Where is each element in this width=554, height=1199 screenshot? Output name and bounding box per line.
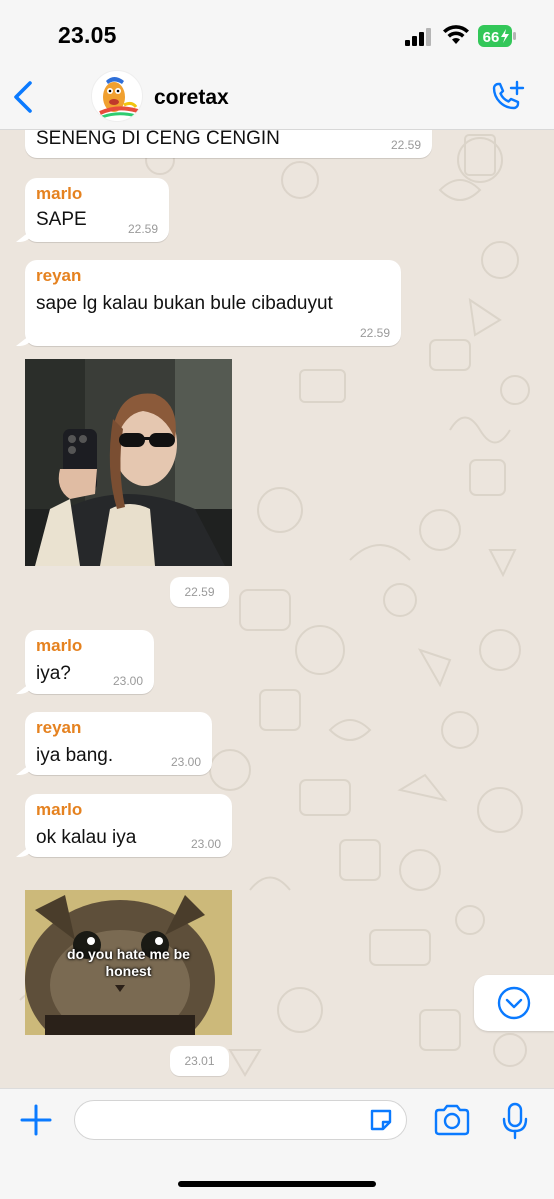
sender-name: marlo: [36, 800, 83, 819]
message-text: SAPE: [36, 209, 87, 230]
photo-message[interactable]: do you hate me be honest: [25, 890, 232, 1035]
sender-name: marlo: [36, 184, 83, 203]
message-text: sape lg kalau bukan bule cibaduyut: [36, 293, 333, 314]
sender-name: reyan: [36, 266, 82, 285]
camera-icon[interactable]: [433, 1103, 471, 1137]
battery-level: 66: [483, 29, 500, 46]
message-time: 22.59: [390, 138, 421, 152]
message-bubble[interactable]: SENENG DI CENG CENGIN 22.59: [25, 130, 432, 158]
magic-jar-logo-icon: [99, 77, 139, 119]
message-text: SENENG DI CENG CENGIN: [36, 130, 280, 149]
message-bubble[interactable]: reyan iya bang. 23.00: [25, 712, 212, 775]
message-bubble[interactable]: marlo iya? 23.00: [25, 630, 154, 694]
scroll-to-bottom-button[interactable]: [474, 975, 554, 1031]
photo-message[interactable]: [25, 359, 232, 566]
message-time: 23.00: [112, 674, 143, 688]
avatar[interactable]: [91, 70, 143, 122]
cellular-signal-icon: [405, 28, 431, 46]
message-bubble[interactable]: marlo ok kalau iya 23.00: [25, 794, 232, 857]
message-time: 22.59: [170, 577, 229, 607]
add-call-icon[interactable]: [488, 79, 526, 115]
plus-icon[interactable]: [18, 1102, 54, 1138]
message-text: ok kalau iya: [36, 827, 137, 848]
message-bubble[interactable]: reyan sape lg kalau bukan bule cibaduyut…: [25, 260, 401, 346]
chat-name[interactable]: coretax: [154, 86, 229, 110]
message-time: 22.59: [359, 326, 390, 340]
sender-name: reyan: [36, 718, 82, 737]
status-time: 23.05: [58, 22, 117, 48]
chat-area[interactable]: SENENG DI CENG CENGIN 22.59 marlo SAPE 2…: [0, 130, 554, 1088]
message-text: iya?: [36, 663, 71, 684]
woman-selfie-photo: [25, 359, 232, 566]
mic-icon[interactable]: [500, 1101, 530, 1141]
sticker-icon[interactable]: [368, 1107, 394, 1133]
message-text: iya bang.: [36, 745, 114, 766]
message-input-bar: [0, 1088, 554, 1199]
message-time: 23.01: [170, 1046, 229, 1076]
chevron-down-icon: [497, 986, 531, 1020]
message-input[interactable]: [89, 1101, 359, 1139]
back-chevron-icon[interactable]: [8, 78, 38, 116]
battery-icon: 66: [478, 25, 516, 47]
chat-header: coretax: [0, 64, 554, 130]
message-time: 23.00: [190, 837, 221, 851]
home-indicator[interactable]: [178, 1181, 376, 1187]
image-caption: do you hate me be honest: [67, 946, 190, 979]
sender-name: marlo: [36, 636, 83, 655]
message-input-field[interactable]: [74, 1100, 407, 1140]
status-bar: 23.05 66: [0, 0, 554, 64]
wifi-icon: [443, 25, 469, 44]
message-bubble[interactable]: marlo SAPE 22.59: [25, 178, 169, 242]
message-time: 22.59: [127, 222, 158, 236]
message-time: 23.00: [170, 755, 201, 769]
